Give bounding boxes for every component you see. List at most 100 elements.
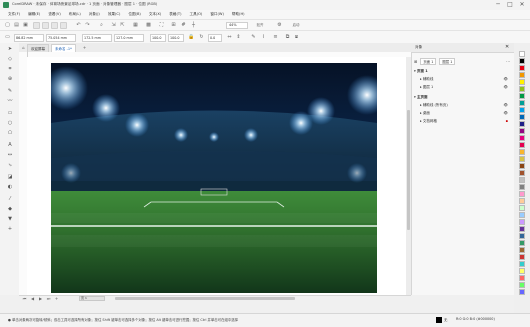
drop-shadow-icon[interactable]: ◪	[6, 173, 14, 181]
tree-master-page[interactable]: ▾ 主页面	[414, 94, 510, 101]
palette-swatch[interactable]	[519, 107, 525, 113]
show-grid-icon[interactable]: #	[180, 22, 187, 29]
launch-dropdown[interactable]: 启动	[288, 22, 304, 29]
rotate-icon[interactable]: ↻	[198, 34, 205, 41]
parallel-dimension-icon[interactable]: ↔	[6, 151, 14, 159]
stadium-bitmap[interactable]	[51, 63, 377, 293]
polygon-tool-icon[interactable]: ⬠	[6, 129, 14, 137]
palette-swatch[interactable]	[519, 184, 525, 190]
palette-swatch[interactable]	[519, 212, 525, 218]
palette-swatch[interactable]	[519, 282, 525, 288]
zoom-tool-icon[interactable]: ⊕	[6, 75, 14, 83]
tab-welcome[interactable]: 欢迎屏幕	[27, 44, 49, 52]
palette-swatch[interactable]	[519, 247, 525, 253]
palette-swatch[interactable]	[519, 275, 525, 281]
palette-swatch[interactable]	[519, 128, 525, 134]
to-back-icon[interactable]: ⧈	[293, 34, 300, 41]
palette-swatch[interactable]	[519, 121, 525, 127]
show-guides-icon[interactable]: ┼	[190, 22, 197, 29]
rectangle-tool-icon[interactable]: ▭	[6, 109, 14, 117]
palette-swatch[interactable]	[519, 100, 525, 106]
y-position-field[interactable]: 75.054 mm	[46, 34, 76, 42]
x-position-field[interactable]: 86.82 mm	[14, 34, 44, 42]
add-page-icon[interactable]: +	[53, 295, 60, 302]
snap-to-dropdown[interactable]: 贴齐	[252, 22, 268, 29]
mirror-vertical-icon[interactable]: ⇕	[235, 34, 242, 41]
palette-swatch[interactable]	[519, 114, 525, 120]
artistic-media-icon[interactable]: 〰	[6, 97, 14, 105]
height-field[interactable]: 127.0 mm	[114, 34, 144, 42]
settings-icon[interactable]: ⚙	[276, 22, 283, 29]
mirror-horizontal-icon[interactable]: ⇔	[226, 34, 233, 41]
next-page-icon[interactable]: ▶	[37, 295, 44, 302]
undo-icon[interactable]: ↶	[75, 22, 82, 29]
docker-close-icon[interactable]: ✕	[505, 44, 509, 50]
page-size-icon[interactable]: ▭	[4, 34, 11, 41]
edit-bitmap-icon[interactable]: ✎	[250, 34, 257, 41]
menu-effects[interactable]: 效果(C)	[108, 12, 121, 17]
palette-swatch[interactable]	[519, 198, 525, 204]
palette-swatch[interactable]	[519, 240, 525, 246]
print-icon[interactable]	[33, 22, 40, 29]
palette-swatch[interactable]	[519, 170, 525, 176]
menu-window[interactable]: 窗口(W)	[210, 12, 224, 17]
interactive-fill-icon[interactable]: ◆	[6, 205, 14, 213]
close-button[interactable]: ✕	[518, 1, 526, 9]
tree-desktop[interactable]: ▸ 桌面 👁	[414, 110, 516, 117]
palette-swatch[interactable]	[519, 177, 525, 183]
page-selector[interactable]: 页面 1	[420, 57, 437, 65]
tree-master-guides[interactable]: ▸ 辅助线 (所有页) 👁	[414, 102, 516, 109]
palette-swatch[interactable]	[519, 219, 525, 225]
tree-document-grid[interactable]: ▸ 文档网格 ▪	[414, 118, 516, 125]
add-tab-icon[interactable]: +	[81, 44, 88, 51]
new-icon[interactable]: ▢	[4, 22, 11, 29]
zoom-level-field[interactable]: 44%	[226, 22, 248, 29]
ellipse-tool-icon[interactable]: ○	[6, 119, 14, 127]
search-icon[interactable]: ⌕	[98, 22, 105, 29]
palette-swatch[interactable]	[519, 289, 525, 295]
new-layer-icon[interactable]: ⊞	[414, 59, 417, 64]
menu-help[interactable]: 帮助(H)	[232, 12, 245, 17]
palette-swatch[interactable]	[519, 261, 525, 267]
export-icon[interactable]: ⇱	[119, 22, 126, 29]
last-page-icon[interactable]: ⏭	[45, 295, 52, 302]
palette-swatch[interactable]	[519, 79, 525, 85]
palette-swatch[interactable]	[519, 142, 525, 148]
scale-x-field[interactable]: 100.0	[150, 34, 166, 42]
menu-table[interactable]: 表格(T)	[169, 12, 181, 17]
redo-icon[interactable]: ↷	[84, 22, 91, 29]
menu-edit[interactable]: 编辑(E)	[28, 12, 40, 17]
palette-swatch[interactable]	[519, 72, 525, 78]
menu-layout[interactable]: 布局(L)	[69, 12, 81, 17]
palette-swatch[interactable]	[519, 93, 525, 99]
palette-swatch[interactable]	[519, 205, 525, 211]
horizontal-scroll-thumb[interactable]	[115, 297, 295, 300]
wrap-text-icon[interactable]: ≡	[272, 34, 279, 41]
palette-swatch[interactable]	[519, 86, 525, 92]
first-page-icon[interactable]: ⏮	[21, 295, 28, 302]
freehand-tool-icon[interactable]: ✎	[6, 87, 14, 95]
palette-swatch[interactable]	[519, 156, 525, 162]
home-icon[interactable]: ⌂	[20, 44, 27, 51]
full-screen-icon[interactable]: ⛶	[158, 22, 165, 29]
menu-bitmaps[interactable]: 位图(B)	[128, 12, 140, 17]
palette-swatch[interactable]	[519, 65, 525, 71]
menu-tools[interactable]: 工具(O)	[189, 12, 202, 17]
layer-selector[interactable]: 图层 1	[439, 57, 456, 65]
palette-swatch[interactable]	[519, 135, 525, 141]
add-tool-icon[interactable]: +	[6, 225, 14, 233]
show-rulers-icon[interactable]: ⊞	[170, 22, 177, 29]
copy-icon[interactable]	[51, 22, 58, 29]
cut-icon[interactable]	[42, 22, 49, 29]
palette-swatch[interactable]	[519, 233, 525, 239]
vertical-scroll-thumb[interactable]	[407, 110, 410, 230]
crop-tool-icon[interactable]: ⌗	[6, 65, 14, 73]
palette-swatch[interactable]	[519, 149, 525, 155]
menu-object[interactable]: 对象(J)	[89, 12, 100, 17]
fill-swatch[interactable]	[436, 317, 442, 323]
palette-swatch[interactable]	[519, 268, 525, 274]
palette-swatch[interactable]	[519, 191, 525, 197]
minimize-button[interactable]: ─	[494, 1, 502, 9]
tree-page-1[interactable]: ▾ 页面 1	[414, 68, 510, 75]
text-tool-icon[interactable]: A	[6, 141, 14, 149]
